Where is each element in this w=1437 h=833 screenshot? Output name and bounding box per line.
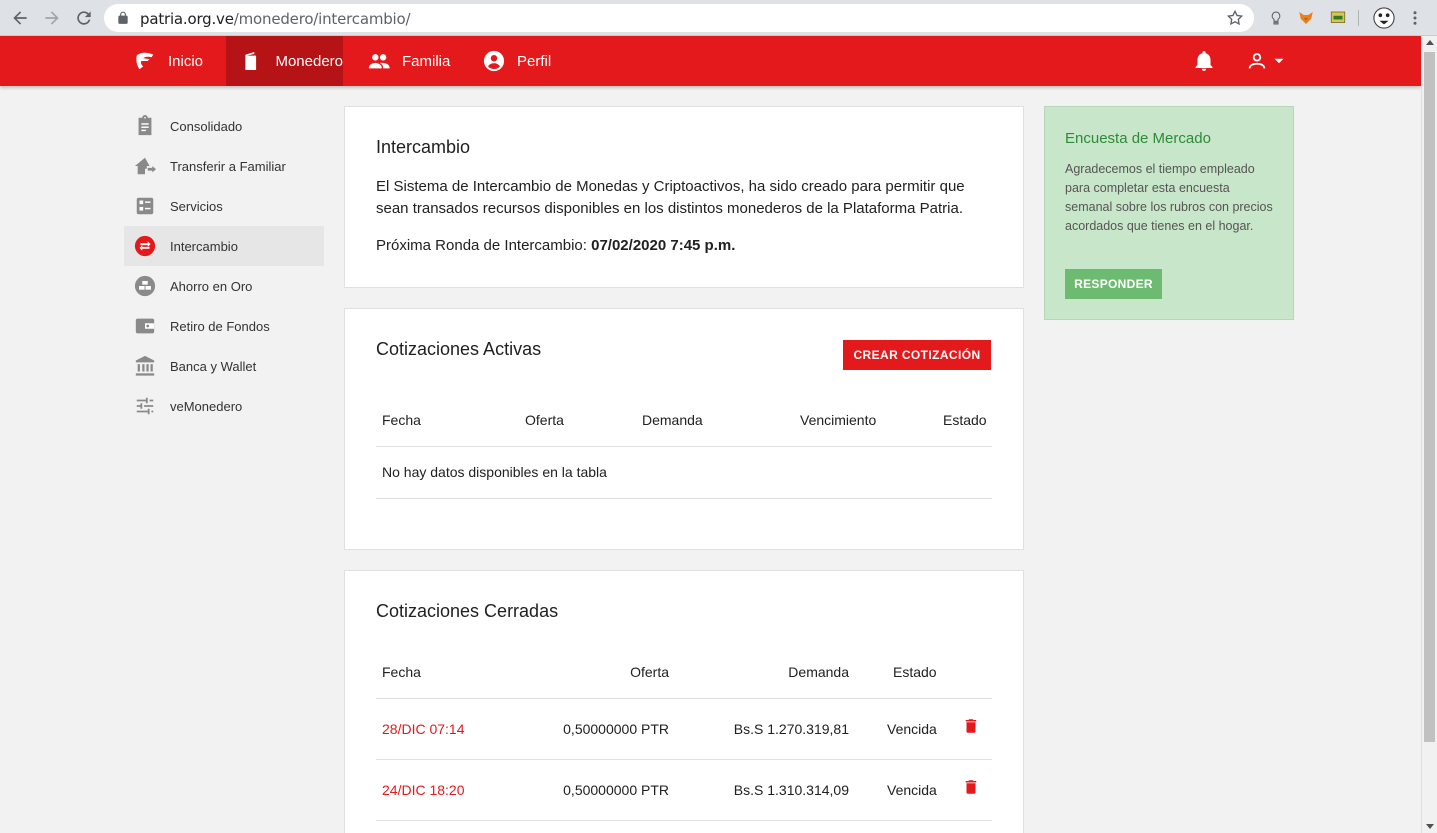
list-icon [134, 195, 156, 217]
quote-offer: 0,50000000 PTR [563, 721, 669, 737]
create-quote-button[interactable]: CREAR COTIZACIÓN [843, 340, 991, 370]
table-row: No hay datos disponibles en la tabla [376, 447, 992, 499]
quote-offer: 0,50000000 PTR [563, 782, 669, 798]
sidebar-item-intercambio[interactable]: Intercambio [124, 226, 324, 266]
notifications-bell-icon[interactable] [1192, 49, 1216, 73]
toolbar-divider [1358, 10, 1359, 26]
people-icon [368, 54, 390, 69]
address-bar[interactable]: patria.org.ve/monedero/intercambio/ [104, 4, 1254, 32]
wallet-withdraw-icon [134, 315, 156, 337]
column-header-demanda[interactable]: Demanda [642, 412, 703, 428]
market-survey-card: Encuesta de Mercado Agradecemos el tiemp… [1044, 106, 1294, 320]
sidebar-item-consolidado[interactable]: Consolidado [124, 106, 324, 146]
sidebar-item-servicios[interactable]: Servicios [124, 186, 324, 226]
person-outline-icon [1248, 53, 1266, 69]
forward-button[interactable] [40, 6, 64, 30]
empty-table-message: No hay datos disponibles en la tabla [382, 464, 607, 480]
active-quotes-table: Fecha Oferta Demanda Vencimiento Estado … [376, 393, 992, 501]
extension-screen-icon[interactable] [1328, 8, 1348, 28]
column-header-fecha[interactable]: Fecha [382, 664, 421, 680]
scroll-up-arrow-icon[interactable] [1426, 40, 1434, 45]
swap-icon [134, 235, 156, 257]
quote-date-link[interactable]: 24/DIC 18:20 [382, 782, 465, 798]
trash-icon[interactable] [962, 777, 980, 797]
intercambio-info-card: Intercambio El Sistema de Intercambio de… [344, 106, 1024, 288]
extension-lightbulb-icon[interactable] [1266, 8, 1286, 28]
active-quotes-card: Cotizaciones Activas CREAR COTIZACIÓN Fe… [344, 308, 1024, 550]
quote-date-link[interactable]: 28/DIC 07:14 [382, 721, 465, 737]
column-header-fecha[interactable]: Fecha [382, 412, 421, 428]
clipboard-icon [134, 115, 156, 137]
gold-bars-icon [134, 275, 156, 297]
closed-quotes-table: Fecha Oferta Demanda Estado 28/DIC 07:14… [376, 645, 992, 833]
respond-button[interactable]: RESPONDER [1065, 269, 1162, 299]
column-header-estado[interactable]: Estado [943, 412, 987, 428]
next-round: Próxima Ronda de Intercambio: 07/02/2020… [376, 237, 736, 254]
extension-fox-icon[interactable] [1296, 8, 1316, 28]
page-scrollbar[interactable] [1421, 36, 1437, 833]
quote-status: Vencida [887, 721, 937, 737]
top-navigation: Inicio Monedero Familia Perfil [0, 36, 1421, 86]
quote-demand: Bs.S 1.310.314,09 [733, 782, 849, 798]
patria-logo-icon [136, 52, 154, 70]
next-round-date: 07/02/2020 7:45 p.m. [591, 237, 736, 254]
reload-button[interactable] [72, 6, 96, 30]
intercambio-description: El Sistema de Intercambio de Monedas y C… [376, 178, 965, 217]
table-header: Fecha Oferta Demanda Vencimiento Estado [376, 393, 992, 447]
scrollbar-thumb[interactable] [1424, 52, 1435, 742]
column-header-vencimiento[interactable]: Vencimiento [800, 412, 876, 428]
sidebar-item-ahorro-oro[interactable]: Ahorro en Oro [124, 266, 324, 306]
wallet-icon [245, 52, 257, 70]
column-header-demanda[interactable]: Demanda [788, 664, 849, 680]
sliders-icon [134, 395, 156, 417]
sidebar-item-vemonedero[interactable]: veMonedero [124, 386, 324, 426]
quote-demand: Bs.S 1.270.319,81 [733, 721, 849, 737]
account-circle-icon [483, 50, 505, 72]
arrow-right-icon [45, 11, 59, 25]
nav-item-monedero[interactable]: Monedero [226, 36, 343, 86]
home-transfer-icon [134, 155, 156, 177]
browser-menu-icon[interactable] [1405, 8, 1425, 28]
arrow-left-icon [13, 11, 27, 25]
scroll-down-arrow-icon[interactable] [1426, 824, 1434, 829]
nav-item-familia[interactable]: Familia [368, 36, 468, 86]
nav-item-perfil[interactable]: Perfil [483, 36, 573, 86]
survey-text: Agradecemos el tiempo empleado para comp… [1065, 162, 1273, 233]
back-button[interactable] [8, 6, 32, 30]
reload-icon [77, 11, 91, 25]
quote-status: Vencida [887, 782, 937, 798]
survey-title: Encuesta de Mercado [1065, 130, 1211, 147]
sidebar-item-banca[interactable]: Banca y Wallet [124, 346, 324, 386]
url-text: patria.org.ve/monedero/intercambio/ [140, 10, 411, 28]
table-row: 24/DIC 18:20 0,50000000 PTR Bs.S 1.310.3… [376, 760, 992, 821]
column-header-oferta[interactable]: Oferta [525, 412, 564, 428]
user-menu[interactable] [1246, 49, 1290, 73]
closed-quotes-title: Cotizaciones Cerradas [376, 601, 559, 621]
sidebar-item-retiro[interactable]: Retiro de Fondos [124, 306, 324, 346]
browser-toolbar: patria.org.ve/monedero/intercambio/ [0, 0, 1437, 36]
table-header: Fecha Oferta Demanda Estado [376, 645, 992, 699]
sidebar-item-transferir[interactable]: Transferir a Familiar [124, 146, 324, 186]
lock-icon [118, 11, 128, 24]
profile-avatar[interactable] [1372, 6, 1396, 30]
nav-item-inicio[interactable]: Inicio [134, 36, 226, 86]
sidebar-menu: Consolidado Transferir a Familiar Servic… [124, 106, 324, 426]
bookmark-star-icon[interactable] [1226, 9, 1244, 27]
column-header-estado[interactable]: Estado [893, 664, 937, 680]
closed-quotes-card: Cotizaciones Cerradas Fecha Oferta Deman… [344, 570, 1024, 833]
caret-down-icon [1274, 58, 1284, 64]
bank-icon [134, 355, 156, 377]
trash-icon[interactable] [962, 716, 980, 736]
active-quotes-title: Cotizaciones Activas [376, 339, 542, 359]
page-title: Intercambio [376, 137, 471, 157]
table-row: 28/DIC 07:14 0,50000000 PTR Bs.S 1.270.3… [376, 699, 992, 760]
column-header-oferta[interactable]: Oferta [630, 664, 669, 680]
